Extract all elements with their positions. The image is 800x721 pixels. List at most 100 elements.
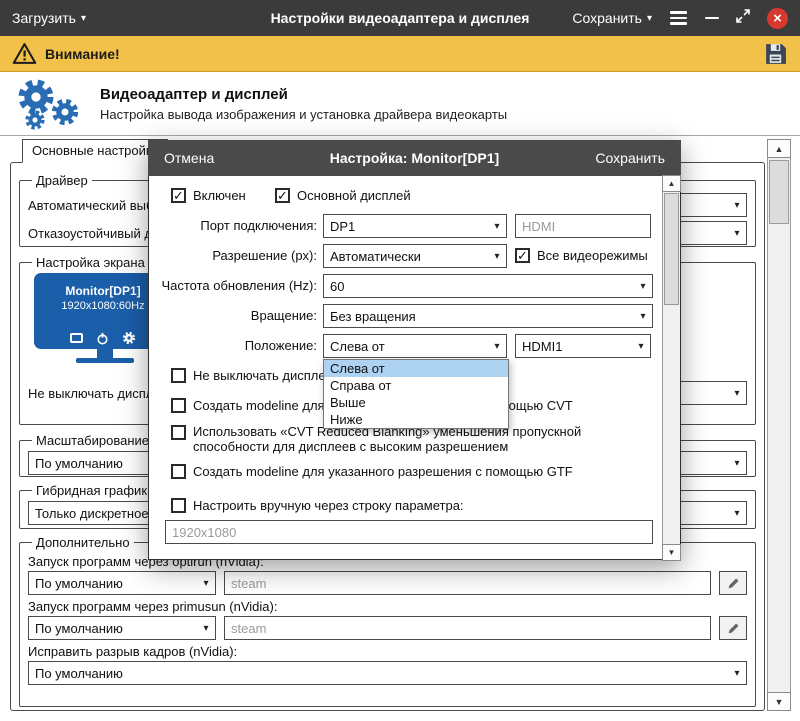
- chevron-down-icon: ▾: [488, 251, 506, 262]
- port-select[interactable]: DP1 ▾: [323, 214, 507, 238]
- port-label: Порт подключения:: [200, 214, 317, 238]
- save-floppy-icon: [763, 41, 788, 66]
- tearfree-select[interactable]: По умолчанию ▾: [28, 661, 747, 685]
- app-window: Загрузить ▾ Настройки видеоадаптера и ди…: [0, 0, 800, 721]
- manual-mode-checkbox[interactable]: Настроить вручную через строку параметра…: [171, 498, 464, 513]
- scrollbar-track[interactable]: [663, 192, 680, 544]
- menu-icon[interactable]: [668, 9, 689, 27]
- page-header: Видеоадаптер и дисплей Настройка вывода …: [0, 72, 800, 136]
- optirun-select[interactable]: По умолчанию ▾: [28, 571, 216, 595]
- primary-display-checkbox[interactable]: ✓ Основной дисплей: [275, 188, 411, 203]
- position-option-left[interactable]: Слева от: [324, 360, 508, 377]
- warning-bar: Внимание!: [0, 36, 800, 72]
- titlebar-actions: Сохранить ▾ ×: [572, 8, 788, 29]
- position-target-select[interactable]: HDMI1 ▾: [515, 334, 651, 358]
- optirun-edit-button[interactable]: [719, 571, 747, 595]
- load-menu-button[interactable]: Загрузить ▾: [12, 10, 86, 26]
- monitor-settings-dialog: Отмена Настройка: Monitor[DP1] Сохранить…: [148, 140, 681, 560]
- save-menu-button[interactable]: Сохранить ▾: [572, 10, 652, 26]
- chevron-down-icon: ▾: [81, 13, 86, 24]
- combo-value: Автоматически: [324, 249, 488, 264]
- combo-value: По умолчанию: [29, 576, 197, 591]
- checkbox-checked-icon: ✓: [515, 248, 530, 263]
- screen-group-legend: Настройка экрана: [32, 255, 149, 270]
- resolution-label: Разрешение (px):: [212, 244, 317, 268]
- checkbox-label: Основной дисплей: [297, 188, 411, 203]
- optirun-command-input[interactable]: [224, 571, 711, 595]
- arrow-up-icon: ▲: [668, 179, 676, 188]
- fullscreen-button[interactable]: [735, 8, 751, 29]
- combo-value: Слева от: [324, 339, 488, 354]
- display-toggle-icon[interactable]: [70, 333, 83, 343]
- combo-value: По умолчанию: [29, 621, 197, 636]
- dialog-save-button[interactable]: Сохранить: [595, 150, 665, 166]
- scroll-down-button[interactable]: ▼: [662, 544, 681, 561]
- rotation-label: Вращение:: [251, 304, 317, 328]
- position-option-above[interactable]: Выше: [324, 394, 508, 411]
- dialog-cancel-button[interactable]: Отмена: [164, 150, 214, 166]
- page-header-text: Видеоадаптер и дисплей Настройка вывода …: [100, 86, 507, 122]
- save-menu-label: Сохранить: [572, 10, 642, 26]
- chevron-down-icon: ▾: [728, 508, 746, 519]
- checkbox-unchecked-icon: [171, 498, 186, 513]
- arrow-down-icon: ▼: [668, 548, 676, 557]
- position-label: Положение:: [245, 334, 317, 358]
- enabled-checkbox[interactable]: ✓ Включен: [171, 188, 246, 203]
- dialog-scrollbar[interactable]: ▲ ▼: [662, 176, 680, 560]
- combo-value: 60: [324, 279, 634, 294]
- resolution-select[interactable]: Автоматически ▾: [323, 244, 507, 268]
- primusrun-command-input[interactable]: [224, 616, 711, 640]
- scrollbar-track[interactable]: [768, 158, 790, 692]
- all-modes-checkbox[interactable]: ✓ Все видеорежимы: [515, 248, 648, 263]
- monitor-base: [76, 358, 134, 363]
- extra-group-legend: Дополнительно: [32, 535, 134, 550]
- manual-mode-input[interactable]: [165, 520, 653, 544]
- gtf-modeline-checkbox[interactable]: Создать modeline для указанного разрешен…: [171, 464, 573, 479]
- scrollbar-thumb[interactable]: [769, 160, 789, 224]
- scroll-up-button[interactable]: ▲: [767, 139, 791, 158]
- rotation-select[interactable]: Без вращения ▾: [323, 304, 653, 328]
- tab-main-settings[interactable]: Основные настройки: [22, 139, 168, 163]
- pencil-icon: [727, 622, 740, 635]
- monitor-settings-gear-icon[interactable]: [122, 331, 136, 345]
- chevron-down-icon: ▾: [728, 388, 746, 399]
- checkbox-checked-icon: ✓: [171, 188, 186, 203]
- arrow-up-icon: ▲: [775, 144, 784, 154]
- position-select[interactable]: Слева от ▾: [323, 334, 507, 358]
- primusrun-label: Запуск программ через primusun (nVidia):: [28, 599, 747, 614]
- dpms-checkbox[interactable]: Не выключать дисплей: [171, 368, 333, 383]
- port-custom-input[interactable]: [515, 214, 651, 238]
- primusrun-edit-button[interactable]: [719, 616, 747, 640]
- scroll-down-button[interactable]: ▼: [767, 692, 791, 711]
- checkbox-label: Создать modeline для указанного разрешен…: [193, 464, 573, 479]
- power-icon[interactable]: [96, 332, 109, 345]
- minimize-button[interactable]: [705, 17, 719, 20]
- page-title: Видеоадаптер и дисплей: [100, 86, 507, 103]
- chevron-down-icon: ▾: [488, 341, 506, 352]
- dialog-body: ✓ Включен ✓ Основной дисплей Порт подклю…: [148, 176, 681, 560]
- chevron-down-icon: ▾: [634, 311, 652, 322]
- warning-icon: [12, 42, 37, 65]
- chevron-down-icon: ▾: [197, 578, 215, 589]
- optirun-row: По умолчанию ▾: [28, 571, 747, 595]
- checkbox-label: Включен: [193, 188, 246, 203]
- scrollbar-thumb[interactable]: [664, 193, 679, 305]
- chevron-down-icon: ▾: [647, 13, 652, 24]
- primusrun-select[interactable]: По умолчанию ▾: [28, 616, 216, 640]
- combo-value: HDMI1: [516, 339, 632, 354]
- main-scrollbar[interactable]: ▲ ▼: [767, 139, 791, 711]
- chevron-down-icon: ▾: [728, 228, 746, 239]
- refresh-select[interactable]: 60 ▾: [323, 274, 653, 298]
- checkbox-unchecked-icon: [171, 398, 186, 413]
- monitor-stand: [97, 349, 113, 358]
- close-button[interactable]: ×: [767, 8, 788, 29]
- position-option-below[interactable]: Ниже: [324, 411, 508, 428]
- checkbox-unchecked-icon: [171, 368, 186, 383]
- dialog-header: Отмена Настройка: Monitor[DP1] Сохранить: [148, 140, 681, 176]
- combo-value: Без вращения: [324, 309, 634, 324]
- chevron-down-icon: ▾: [632, 341, 650, 352]
- position-option-right[interactable]: Справа от: [324, 377, 508, 394]
- save-config-button[interactable]: [763, 41, 788, 66]
- checkbox-unchecked-icon: [171, 464, 186, 479]
- scroll-up-button[interactable]: ▲: [662, 175, 681, 192]
